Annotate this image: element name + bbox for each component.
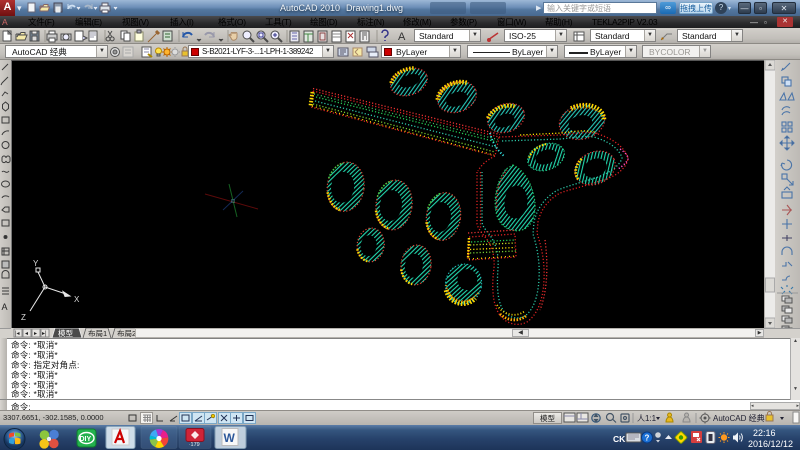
svg-text:布局1: 布局1 <box>88 328 107 338</box>
svg-text:A: A <box>2 302 8 312</box>
svg-text:▸: ▸ <box>34 331 37 337</box>
svg-text:CK: CK <box>613 434 626 444</box>
svg-text:Z: Z <box>21 313 26 322</box>
svg-text:Y: Y <box>33 259 39 268</box>
svg-text:◂: ◂ <box>25 331 28 337</box>
svg-text:A: A <box>398 31 406 43</box>
svg-text:AutoCAD 经典: AutoCAD 经典 <box>713 413 765 423</box>
svg-text:布局2: 布局2 <box>117 328 135 338</box>
svg-text:W: W <box>224 431 236 445</box>
svg-text:人1:1: 人1:1 <box>637 414 657 423</box>
svg-text:DIY: DIY <box>80 436 92 443</box>
svg-text:X: X <box>74 295 80 304</box>
svg-text:模型: 模型 <box>58 328 73 338</box>
svg-text:|◂: |◂ <box>15 331 20 337</box>
svg-text:▸|: ▸| <box>42 331 47 337</box>
svg-text:∙179: ∙179 <box>189 442 200 448</box>
svg-text:?: ? <box>645 434 650 443</box>
